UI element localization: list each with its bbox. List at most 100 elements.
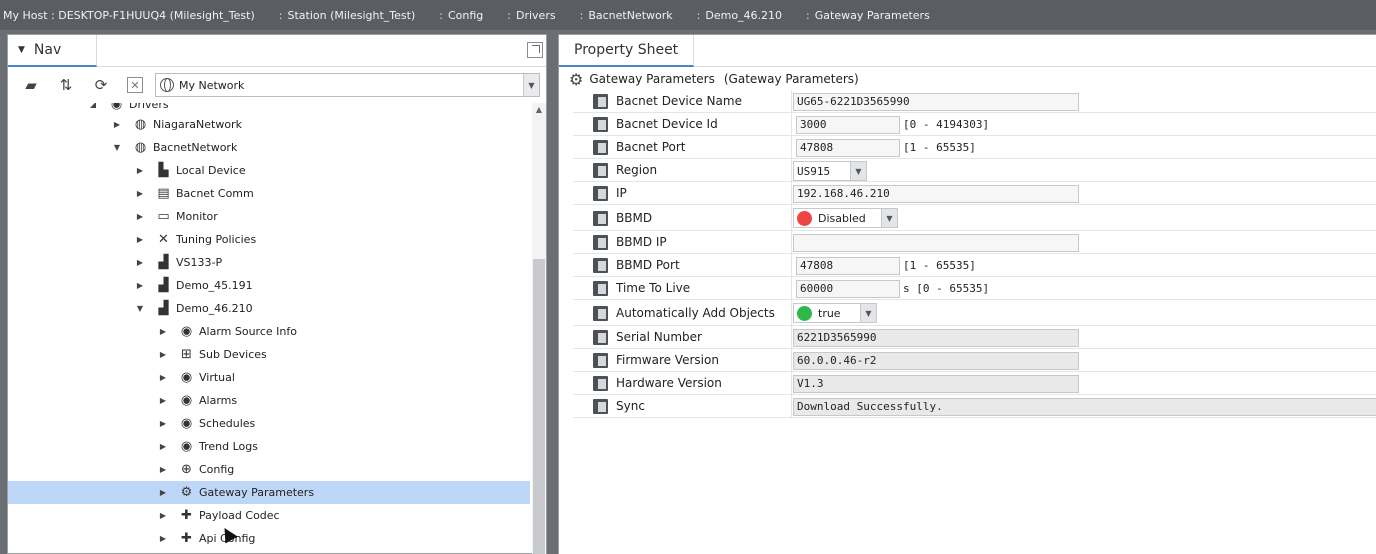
expand-icon[interactable]: ▶ [158,465,168,474]
close-icon[interactable]: ✕ [127,77,143,93]
breadcrumb-drivers[interactable]: Drivers [513,9,566,22]
property-icon [593,117,608,132]
automatically-add-objects-select[interactable]: true ▼ [793,303,877,323]
bbmd-ip-field[interactable] [793,234,1079,252]
expand-icon[interactable]: ▶ [158,327,168,336]
tree-item-bacnetnetwork[interactable]: ▼ ◍ BacnetNetwork [8,136,530,159]
tab-property-sheet[interactable]: Property Sheet [559,35,695,67]
bacnet-device-id-field[interactable]: 3000 [796,116,900,134]
breadcrumb-bacnetnetwork[interactable]: BacnetNetwork [585,9,682,22]
column-divider [791,159,792,182]
expand-icon[interactable]: ▶ [135,235,145,244]
tree-item-payload-codec[interactable]: ▶ ✚ Payload Codec [8,504,530,527]
breadcrumb-config[interactable]: Config [445,9,493,22]
puzzle-icon: ✚ [181,508,192,523]
tree-item-label: Gateway Parameters [199,486,315,499]
nav-tab[interactable]: ▼ Nav [8,34,97,67]
tree-item-label: Schedules [199,417,256,430]
column-divider [791,349,792,372]
tree-item-label: Demo_45.191 [176,279,253,292]
property-icon [593,376,608,391]
drivers-icon: ◉ [110,103,123,112]
expand-icon[interactable]: ▶ [158,511,168,520]
tree-item-vs133-p[interactable]: ▶ ▟ VS133-P [8,251,530,274]
breadcrumb-device[interactable]: Demo_46.210 [702,9,792,22]
tree-item-label: Drivers [129,103,169,111]
tree-item-bacnet-comm[interactable]: ▶ ▤ Bacnet Comm [8,182,530,205]
expand-icon[interactable]: ▶ [158,488,168,497]
collapse-icon[interactable]: ▼ [112,143,122,152]
property-name: Firmware Version [616,353,719,367]
tree-item-config[interactable]: ▶ ⊕ Config [8,458,530,481]
tree-item-trend-logs[interactable]: ▶ ◉ Trend Logs [8,435,530,458]
tree-item-sub-devices[interactable]: ▶ ⊞ Sub Devices [8,343,530,366]
sync-arrows-icon[interactable]: ⇅ [53,74,79,96]
breadcrumb-station[interactable]: Station (Milesight_Test) [284,9,425,22]
tree-item-demo-45-191[interactable]: ▶ ▟ Demo_45.191 [8,274,530,297]
collapse-icon[interactable]: ▼ [135,304,145,313]
column-divider [791,395,792,418]
property-row-ip: IP 192.168.46.210 [573,182,1376,205]
expand-icon[interactable]: ▶ [135,212,145,221]
expand-icon[interactable]: ▶ [158,534,168,543]
tree-item-alarms[interactable]: ▶ ◉ Alarms [8,389,530,412]
tree-item-niagaranetwork[interactable]: ▶ ◍ NiagaraNetwork [8,113,530,136]
chevron-down-icon[interactable]: ▼ [850,162,866,180]
bacnet-port-field[interactable]: 47808 [796,139,900,157]
tree-item-local-device[interactable]: ▶ ▙ Local Device [8,159,530,182]
expand-icon[interactable]: ▶ [158,396,168,405]
chevron-down-icon[interactable]: ▼ [860,304,876,322]
breadcrumb-host[interactable]: My Host : DESKTOP-F1HUUQ4 (Milesight_Tes… [0,9,265,22]
region-select[interactable]: US915 ▼ [793,161,867,181]
network-icon: ◍ [134,140,147,155]
tree-item-demo-46-210[interactable]: ▼ ▟ Demo_46.210 [8,297,530,320]
chevron-down-icon[interactable]: ▼ [523,74,539,96]
property-row-serial-number: Serial Number 6221D3565990 [573,326,1376,349]
scroll-up-icon[interactable]: ▲ [532,103,546,117]
tree-item-virtual[interactable]: ▶ ◉ Virtual [8,366,530,389]
expand-icon[interactable]: ▶ [112,120,122,129]
breadcrumb-gateway-parameters[interactable]: Gateway Parameters [812,9,940,22]
expand-icon[interactable]: ▶ [135,166,145,175]
tree-item-alarm-source-info[interactable]: ▶ ◉ Alarm Source Info [8,320,530,343]
firmware-version-field: 60.0.0.46-r2 [793,352,1079,370]
device-icon: ▟ [158,255,169,270]
caret-down-icon[interactable]: ▼ [18,45,25,55]
folder-icon[interactable]: ▰ [18,74,44,96]
time-to-live-field[interactable]: 60000 [796,280,900,298]
collapse-icon[interactable]: ◢ [88,103,98,109]
expand-icon[interactable]: ▶ [158,373,168,382]
bbmd-select[interactable]: Disabled ▼ [793,208,898,228]
expand-icon[interactable]: ▶ [135,189,145,198]
property-icon [593,281,608,296]
tree-item-tuning-policies[interactable]: ▶ ✕ Tuning Policies [8,228,530,251]
property-row-bbmd-ip: BBMD IP [573,231,1376,254]
gear-icon: ⚙ [569,69,584,89]
property-icon [593,186,608,201]
ip-field[interactable]: 192.168.46.210 [793,185,1079,203]
expand-icon[interactable]: ▶ [158,419,168,428]
bbmd-port-field[interactable]: 47808 [796,257,900,275]
network-select-value: My Network [179,78,245,92]
tree-item-gateway-parameters[interactable]: ▶ ⚙ Gateway Parameters [8,481,530,504]
bacnet-device-name-field[interactable]: UG65-6221D3565990 [793,93,1079,111]
expand-icon[interactable]: ▶ [158,350,168,359]
maximize-icon[interactable] [527,42,543,58]
tree-item-monitor[interactable]: ▶ ▭ Monitor [8,205,530,228]
breadcrumb-separator: : [696,8,701,22]
gear-icon: ⚙ [180,485,193,500]
puzzle-icon: ✚ [181,531,192,546]
device-icon: ▟ [158,301,169,316]
refresh-icon[interactable]: ⟳ [88,74,114,96]
expand-icon[interactable]: ▶ [135,258,145,267]
expand-icon[interactable]: ▶ [135,281,145,290]
chevron-down-icon[interactable]: ▼ [881,209,897,227]
bbmd-select-value: Disabled [818,211,866,225]
tree-item-schedules[interactable]: ▶ ◉ Schedules [8,412,530,435]
tree-item-api-config[interactable]: ▶ ✚ Api Config [8,527,530,550]
network-select[interactable]: My Network ▼ [155,73,540,97]
expand-icon[interactable]: ▶ [158,442,168,451]
nav-scrollbar-thumb[interactable] [533,259,545,554]
status-dot-red-icon [797,210,812,226]
property-icon [593,211,608,226]
